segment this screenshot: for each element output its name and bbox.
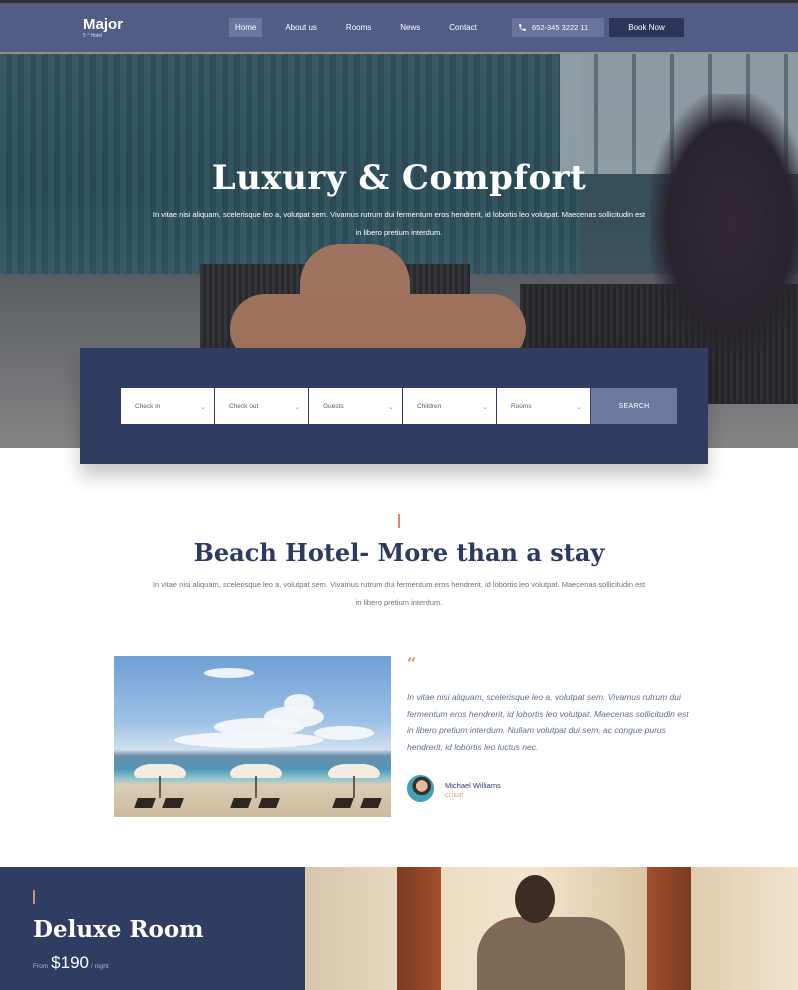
price-per-label: / night xyxy=(91,963,109,970)
check-out-label: Check out xyxy=(229,403,259,410)
intro-text: In vitae nisi aliquam, scelerisque leo a… xyxy=(152,580,646,607)
chevron-down-icon: ⌄ xyxy=(200,404,206,411)
nav-rooms[interactable]: Rooms xyxy=(340,18,377,37)
avatar xyxy=(407,775,434,802)
price-from-label: From xyxy=(33,963,49,970)
section-accent-bar xyxy=(398,514,400,528)
phone-number: 652-345 3222 11 xyxy=(532,23,589,32)
phone-icon xyxy=(519,24,526,31)
chevron-down-icon: ⌄ xyxy=(482,404,488,411)
site-header: Major 5 * Hotel Home About us Rooms News… xyxy=(0,0,798,54)
price-value: $190 xyxy=(51,953,89,972)
phone-button[interactable]: 652-345 3222 11 xyxy=(512,18,604,37)
testimonial-quote: In vitae nisi aliquam, scelerisque leo a… xyxy=(407,692,689,752)
guests-select[interactable]: Guests ⌄ xyxy=(309,388,402,424)
nav-contact[interactable]: Contact xyxy=(443,18,483,37)
book-now-button[interactable]: Book Now xyxy=(609,18,684,37)
deluxe-price-row: From $190 / night xyxy=(33,953,109,973)
deluxe-room-image xyxy=(305,867,798,990)
beach-image xyxy=(114,656,391,817)
search-button[interactable]: SEARCH xyxy=(591,388,677,424)
children-select[interactable]: Children ⌄ xyxy=(403,388,496,424)
check-out-select[interactable]: Check out ⌄ xyxy=(215,388,308,424)
rooms-label: Rooms xyxy=(511,403,532,410)
hero-text: In vitae nisi aliquam, scelerisque leo a… xyxy=(152,210,646,237)
deluxe-accent-bar xyxy=(33,890,35,904)
quote-icon: “ xyxy=(407,654,417,673)
logo-subtitle: 5 * Hotel xyxy=(83,33,103,39)
testimonial-author: Michael Williams xyxy=(445,781,501,790)
intro-title: Beach Hotel- More than a stay xyxy=(193,538,605,567)
hero-title: Luxury & Compfort xyxy=(211,158,587,198)
deluxe-room-title: Deluxe Room xyxy=(33,916,204,943)
nav-about-us[interactable]: About us xyxy=(279,18,323,37)
logo[interactable]: Major 5 * Hotel xyxy=(83,17,123,40)
booking-panel: Check in ⌄ Check out ⌄ Guests ⌄ Children… xyxy=(80,348,708,464)
rooms-select[interactable]: Rooms ⌄ xyxy=(497,388,590,424)
main-nav: Home About us Rooms News Contact xyxy=(229,18,500,37)
nav-home[interactable]: Home xyxy=(229,18,263,37)
logo-name: Major xyxy=(83,16,124,33)
chevron-down-icon: ⌄ xyxy=(576,404,582,411)
booking-form: Check in ⌄ Check out ⌄ Guests ⌄ Children… xyxy=(121,388,677,424)
children-label: Children xyxy=(417,403,442,410)
guests-label: Guests xyxy=(323,403,344,410)
check-in-select[interactable]: Check in ⌄ xyxy=(121,388,214,424)
check-in-label: Check in xyxy=(135,403,161,410)
testimonial-role: CLIENT xyxy=(445,793,465,799)
chevron-down-icon: ⌄ xyxy=(388,404,394,411)
nav-news[interactable]: News xyxy=(394,18,426,37)
chevron-down-icon: ⌄ xyxy=(294,404,300,411)
